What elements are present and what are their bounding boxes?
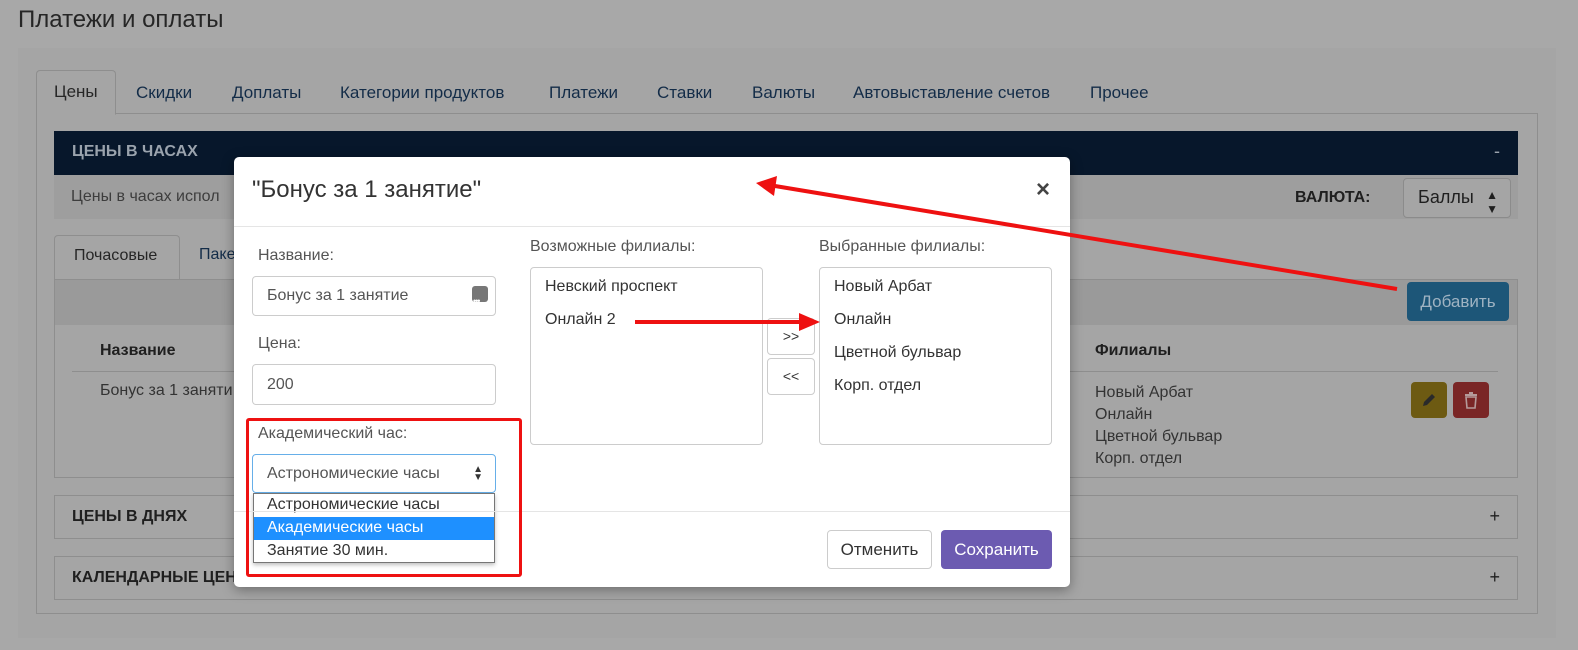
save-button[interactable]: Сохранить [941,530,1052,569]
list-item[interactable]: Онлайн [834,311,1037,344]
currency-value: Баллы [1418,187,1474,207]
row-branch: Новый Арбат [1095,384,1194,401]
trash-icon [1465,392,1477,409]
tab-currencies[interactable]: Валюты [752,83,815,103]
column-header-branches: Филиалы [1095,342,1172,359]
modal-header-divider [234,226,1070,227]
subtab-packages[interactable]: Паке [199,246,235,264]
name-input[interactable]: Бонус за 1 занятие [252,276,496,320]
subtab-hourly[interactable]: Почасовые [54,235,180,279]
row-branch: Онлайн [1095,406,1153,423]
annotation-highlight-box [246,418,522,577]
list-item[interactable]: Корп. отдел [834,377,1037,410]
price-label: Цена: [258,335,301,352]
add-button[interactable]: Добавить [1407,282,1509,321]
available-branches-list[interactable]: Невский проспект Онлайн 2 [530,267,763,445]
list-item[interactable]: Цветной бульвар [834,344,1037,377]
tab-payments[interactable]: Платежи [549,83,618,103]
hours-section-title: ЦЕНЫ В ЧАСАХ [72,143,198,160]
page-title: Платежи и оплаты [18,6,224,33]
name-label: Название: [258,247,334,264]
price-input[interactable]: 200 [252,364,496,405]
tab-other[interactable]: Прочее [1090,83,1149,103]
name-value: Бонус за 1 занятие [267,287,409,304]
collapse-toggle[interactable]: - [1494,141,1500,162]
price-value: 200 [267,376,294,393]
list-item[interactable]: Невский проспект [545,278,748,311]
section-title: КАЛЕНДАРНЫЕ ЦЕНЫ [72,569,253,586]
section-title: ЦЕНЫ В ДНЯХ [72,508,188,525]
expand-toggle[interactable]: + [1489,506,1500,527]
selected-branches-label: Выбранные филиалы: [819,238,986,255]
tab-discounts[interactable]: Скидки [136,83,192,103]
row-branch: Цветной бульвар [1095,428,1223,445]
tabbar: Цены Скидки Доплаты Категории продуктов … [36,70,1538,115]
row-branches: Новый Арбат Онлайн Цветной бульвар Корп.… [1095,382,1222,470]
tab-auto-invoicing[interactable]: Автовыставление счетов [853,83,1050,103]
expand-toggle[interactable]: + [1489,567,1500,588]
hours-description: Цены в часах испол [71,188,220,205]
available-branches-label: Возможные филиалы: [530,238,696,255]
close-icon[interactable]: × [1036,176,1050,204]
move-right-button[interactable]: >> [767,318,815,355]
row-branch: Корп. отдел [1095,450,1183,467]
modal-title: "Бонус за 1 занятие" [252,176,482,203]
more-dots-icon[interactable] [472,282,488,320]
currency-label: ВАЛЮТА: [1295,189,1371,206]
currency-select[interactable]: Баллы ▲ ▼ [1403,178,1511,218]
cancel-button[interactable]: Отменить [827,530,932,569]
move-left-button[interactable]: << [767,358,815,395]
tab-product-categories[interactable]: Категории продуктов [340,83,504,103]
list-item[interactable]: Онлайн 2 [545,311,748,344]
row-name: Бонус за 1 заняти [100,382,233,399]
tab-rates[interactable]: Ставки [657,83,712,103]
edit-button[interactable] [1411,382,1447,418]
list-item[interactable]: Новый Арбат [834,278,1037,311]
select-arrows-icon: ▲ ▼ [1486,188,1498,216]
column-header-name: Название [100,342,176,359]
pencil-icon [1423,394,1435,406]
selected-branches-list[interactable]: Новый Арбат Онлайн Цветной бульвар Корп.… [819,267,1052,445]
tab-surcharges[interactable]: Доплаты [232,83,301,103]
tab-prices[interactable]: Цены [36,70,116,115]
delete-button[interactable] [1453,382,1489,418]
